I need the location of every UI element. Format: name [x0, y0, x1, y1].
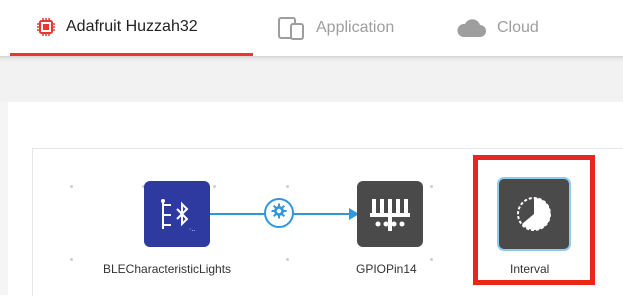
node-label: GPIOPin14 [356, 262, 417, 276]
svg-text:·..: ·.. [189, 226, 195, 233]
tab-cloud[interactable]: Cloud [455, 0, 539, 56]
tab-bar: Adafruit Huzzah32 Application Cloud [0, 0, 623, 56]
grid-dot [70, 258, 73, 261]
grid-dot [430, 185, 433, 188]
node-label: BLECharacteristicLights [103, 262, 232, 276]
gear-icon [271, 203, 287, 224]
grid-dot [213, 185, 216, 188]
tab-application-label: Application [316, 19, 395, 36]
node-gpio-pin14[interactable] [357, 181, 423, 247]
chip-icon [36, 17, 66, 37]
tab-application[interactable]: Application [278, 0, 394, 56]
gpio-pin-icon [357, 199, 423, 251]
highlight-box [473, 155, 595, 285]
grid-dot [70, 185, 73, 188]
cloud-icon [455, 18, 497, 38]
grid-dot [286, 258, 289, 261]
connector-settings-button[interactable] [264, 198, 294, 228]
tab-device[interactable]: Adafruit Huzzah32 [10, 0, 253, 56]
grid-dot [430, 258, 433, 261]
node-ble-characteristic-lights[interactable]: ·.. [144, 181, 210, 247]
tab-device-label: Adafruit Huzzah32 [66, 17, 198, 35]
toolbar-strip [0, 56, 623, 102]
devices-icon [278, 16, 316, 40]
grid-dot [286, 185, 289, 188]
ble-characteristic-icon: ·.. [144, 199, 210, 251]
tab-cloud-label: Cloud [497, 19, 539, 36]
